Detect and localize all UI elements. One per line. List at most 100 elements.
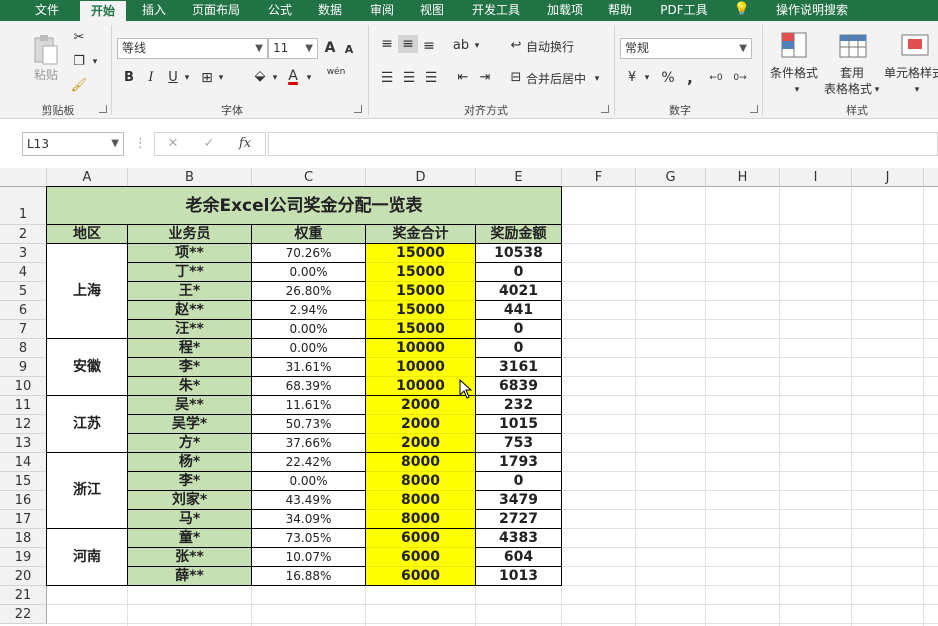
row-header-9[interactable]: 9: [0, 358, 47, 377]
row-header-4[interactable]: 4: [0, 263, 47, 282]
merge-center-icon[interactable]: ⊟: [508, 69, 524, 87]
weight-cell[interactable]: 22.42%: [252, 453, 366, 472]
cancel-icon[interactable]: ✕: [165, 135, 181, 153]
row-header-1[interactable]: 1: [0, 187, 47, 225]
tab-developer[interactable]: 开发工具: [464, 0, 528, 21]
align-bottom-icon[interactable]: ≡: [420, 37, 438, 55]
row-header-2[interactable]: 2: [0, 225, 47, 244]
bonus-total-cell[interactable]: 2000 2000 2000: [366, 396, 476, 453]
weight-cell[interactable]: 26.80%: [252, 282, 366, 301]
tab-insert[interactable]: 插入: [134, 0, 174, 21]
column-header-A[interactable]: A: [47, 168, 128, 187]
staff-cell[interactable]: 童*: [128, 529, 252, 548]
staff-cell[interactable]: 丁**: [128, 263, 252, 282]
staff-cell[interactable]: 赵**: [128, 301, 252, 320]
borders-icon[interactable]: ⊞: [198, 69, 216, 87]
staff-cell[interactable]: 李*: [128, 472, 252, 491]
font-color-dropdown-icon[interactable]: ▾: [304, 69, 314, 87]
decrease-decimal-icon[interactable]: 0→: [730, 69, 750, 87]
column-header-E[interactable]: E: [476, 168, 562, 187]
name-box[interactable]: L13 ▼: [22, 132, 124, 156]
weight-cell[interactable]: 0.00%: [252, 263, 366, 282]
conditional-dropdown-icon[interactable]: ▾: [792, 81, 802, 99]
weight-cell[interactable]: 11.61%: [252, 396, 366, 415]
reward-cell[interactable]: 3479: [476, 491, 562, 510]
staff-cell[interactable]: 汪**: [128, 320, 252, 339]
row-header-19[interactable]: 19: [0, 548, 47, 567]
bonus-total-cell[interactable]: 8000 8000 8000 8000: [366, 453, 476, 529]
comma-style-icon[interactable]: ,: [684, 69, 696, 87]
staff-cell[interactable]: 项**: [128, 244, 252, 263]
weight-cell[interactable]: 10.07%: [252, 548, 366, 567]
merge-dropdown-icon[interactable]: ▾: [592, 70, 602, 88]
header-cell[interactable]: 地区: [47, 225, 128, 244]
copy-dropdown-icon[interactable]: ▾: [90, 53, 100, 71]
fill-dropdown-icon[interactable]: ▾: [270, 69, 280, 87]
column-header-C[interactable]: C: [252, 168, 366, 187]
tab-home[interactable]: 开始: [80, 1, 126, 21]
row-header-13[interactable]: 13: [0, 434, 47, 453]
weight-cell[interactable]: 2.94%: [252, 301, 366, 320]
row-header-12[interactable]: 12: [0, 415, 47, 434]
header-cell[interactable]: 业务员: [128, 225, 252, 244]
percent-icon[interactable]: %: [660, 69, 676, 87]
align-left-icon[interactable]: ☰: [378, 69, 396, 87]
row-header-11[interactable]: 11: [0, 396, 47, 415]
sheet-title[interactable]: 老余Excel公司奖金分配一览表: [47, 187, 562, 225]
reward-cell[interactable]: 10538: [476, 244, 562, 263]
weight-cell[interactable]: 37.66%: [252, 434, 366, 453]
row-header-7[interactable]: 7: [0, 320, 47, 339]
currency-icon[interactable]: ¥: [622, 69, 642, 87]
reward-cell[interactable]: 0: [476, 339, 562, 358]
header-cell[interactable]: 权重: [252, 225, 366, 244]
staff-cell[interactable]: 方*: [128, 434, 252, 453]
weight-cell[interactable]: 68.39%: [252, 377, 366, 396]
weight-cell[interactable]: 70.26%: [252, 244, 366, 263]
reward-cell[interactable]: 1793: [476, 453, 562, 472]
number-launcher-icon[interactable]: [750, 105, 758, 113]
row-header-18[interactable]: 18: [0, 529, 47, 548]
row-header-8[interactable]: 8: [0, 339, 47, 358]
reward-cell[interactable]: 2727: [476, 510, 562, 529]
decrease-indent-icon[interactable]: ⇤: [454, 69, 472, 87]
cut-icon[interactable]: ✂: [70, 29, 88, 47]
bonus-total-cell[interactable]: 15000 15000 15000 15000 15000: [366, 244, 476, 339]
formula-bar-splitter-icon[interactable]: ⋮: [134, 135, 147, 153]
row-header-20[interactable]: 20: [0, 567, 47, 586]
font-color-icon[interactable]: A: [284, 67, 302, 85]
staff-cell[interactable]: 程*: [128, 339, 252, 358]
align-right-icon[interactable]: ☰: [422, 69, 440, 87]
staff-cell[interactable]: 杨*: [128, 453, 252, 472]
format-painter-icon[interactable]: 🖌: [70, 77, 88, 95]
orientation-icon[interactable]: ab: [452, 37, 470, 55]
number-format-dropdown[interactable]: 常规 ▼: [620, 38, 752, 59]
row-header-3[interactable]: 3: [0, 244, 47, 263]
align-center-icon[interactable]: ☰: [400, 69, 418, 87]
weight-cell[interactable]: 0.00%: [252, 320, 366, 339]
column-header-H[interactable]: H: [706, 168, 780, 187]
row-header-17[interactable]: 17: [0, 510, 47, 529]
row-header-14[interactable]: 14: [0, 453, 47, 472]
weight-cell[interactable]: 50.73%: [252, 415, 366, 434]
paste-icon[interactable]: [32, 33, 60, 67]
font-size-dropdown[interactable]: 11 ▼: [268, 38, 318, 59]
reward-cell[interactable]: 4021: [476, 282, 562, 301]
wrap-text-button[interactable]: 自动换行: [526, 39, 574, 55]
column-header-I[interactable]: I: [780, 168, 852, 187]
tab-addins[interactable]: 加载项: [540, 0, 590, 21]
formula-input[interactable]: [268, 132, 938, 156]
merge-center-button[interactable]: 合并后居中: [526, 71, 586, 87]
region-cell[interactable]: 河南: [47, 529, 128, 586]
reward-cell[interactable]: 0: [476, 320, 562, 339]
reward-cell[interactable]: 0: [476, 263, 562, 282]
tab-page-layout[interactable]: 页面布局: [184, 0, 248, 21]
column-header-G[interactable]: G: [636, 168, 706, 187]
column-header-J[interactable]: J: [852, 168, 924, 187]
phonetic-icon[interactable]: wén: [326, 67, 346, 77]
underline-dropdown-icon[interactable]: ▾: [182, 69, 192, 87]
reward-cell[interactable]: 1013: [476, 567, 562, 586]
table-dropdown-icon[interactable]: ▾: [872, 81, 882, 99]
insert-function-icon[interactable]: fx: [235, 135, 255, 153]
weight-cell[interactable]: 73.05%: [252, 529, 366, 548]
cell-styles-dropdown-icon[interactable]: ▾: [912, 81, 922, 99]
